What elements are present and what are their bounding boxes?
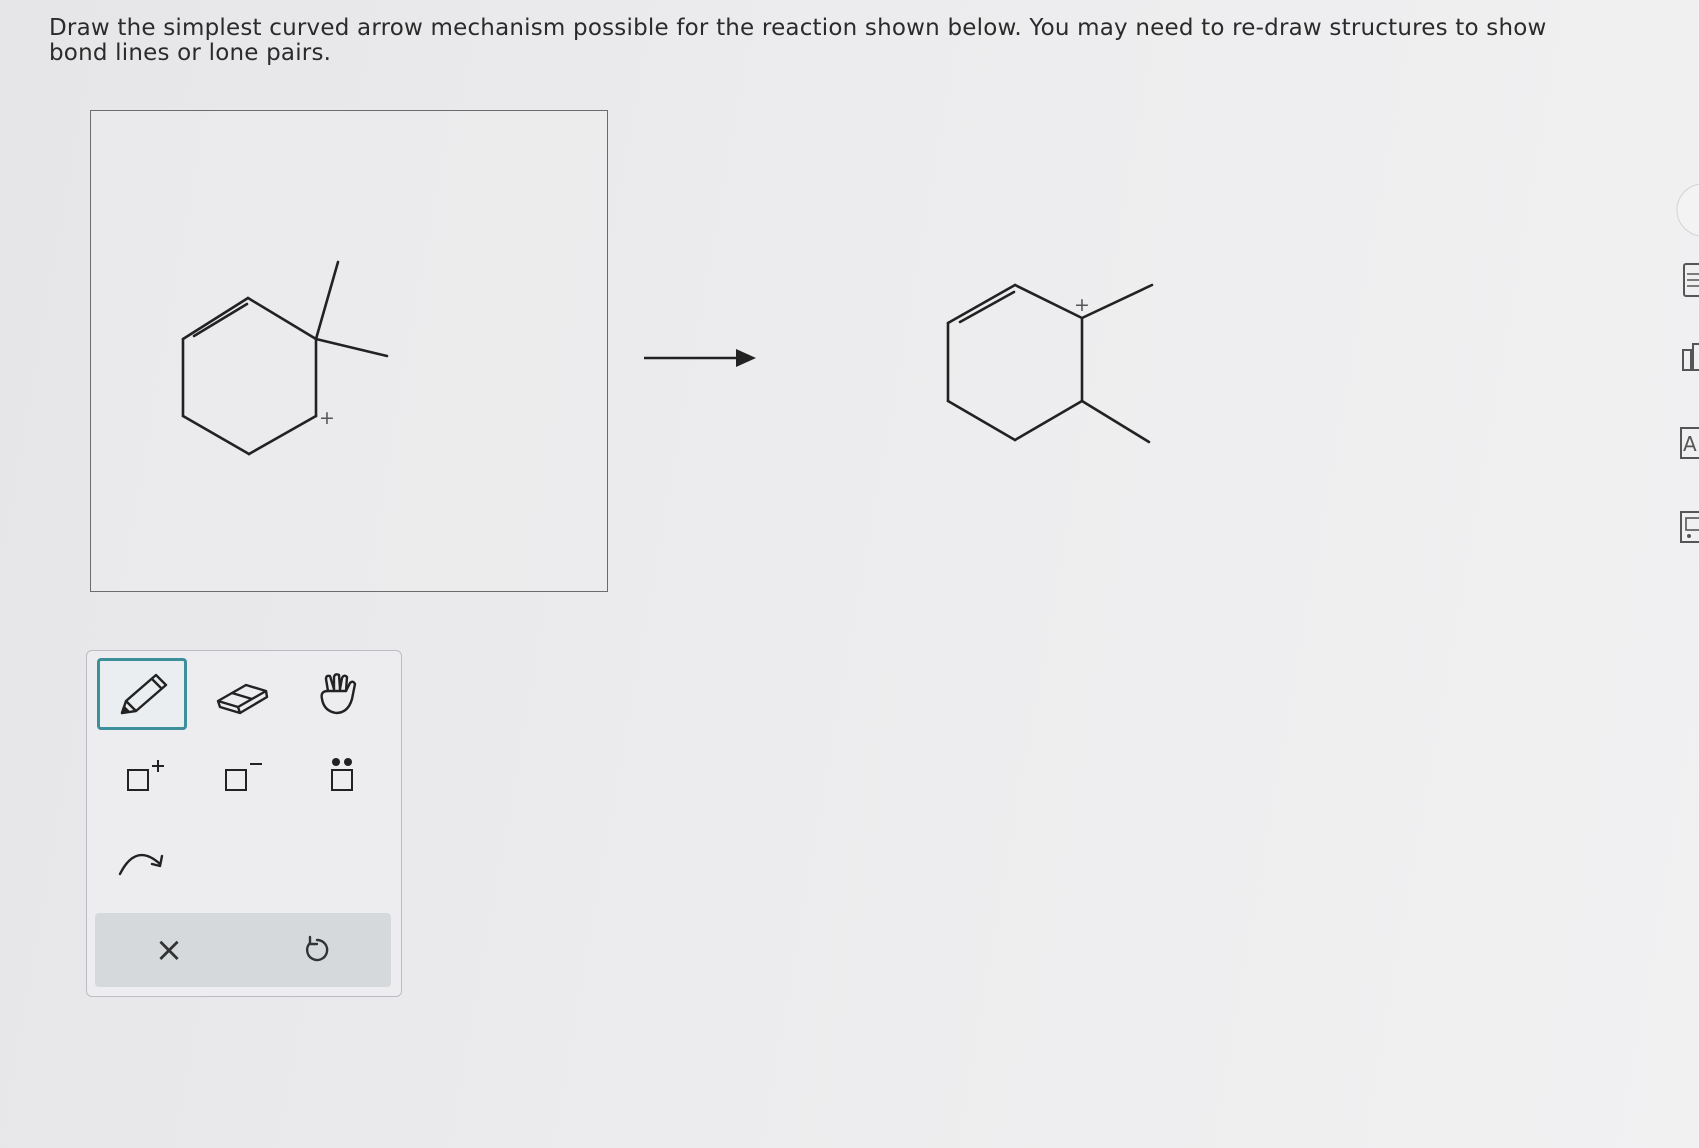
product-bond — [1013, 283, 1084, 320]
product-methyl-bond — [1080, 283, 1154, 320]
close-icon: × — [154, 930, 184, 970]
eraser-icon — [216, 683, 269, 715]
product-charge: + — [1074, 294, 1090, 316]
clear-button[interactable]: × — [95, 913, 243, 987]
product-bond — [946, 283, 1017, 325]
lone-pair-tool-button[interactable] — [297, 741, 387, 813]
curved-arrow-tool-button[interactable] — [97, 823, 187, 895]
product-bond — [1013, 399, 1084, 442]
product-bond — [946, 399, 1017, 442]
reactant-double-bond — [192, 302, 249, 338]
reaction-arrow — [644, 349, 756, 367]
pan-hand-tool-button[interactable] — [297, 658, 387, 730]
curved-arrow-icon — [118, 853, 164, 876]
product-double-bond — [958, 290, 1016, 324]
lone-pair-icon — [331, 758, 353, 791]
side-tool-reference-label: A — [1683, 432, 1697, 456]
reactant-methyl-bond — [314, 337, 389, 358]
calculator-icon — [1683, 263, 1699, 297]
periodic-table-icon — [1682, 343, 1699, 371]
action-bar: × — [95, 913, 391, 987]
product-area: + — [930, 270, 1160, 454]
reactant-structure — [181, 260, 389, 456]
pencil-icon — [120, 673, 168, 715]
hand-icon — [320, 673, 357, 715]
reactant-methyl-bond — [314, 260, 340, 341]
side-tool-media[interactable] — [1669, 508, 1699, 548]
negative-charge-tool-button[interactable] — [197, 741, 287, 813]
positive-charge-tool-button[interactable] — [97, 741, 187, 813]
reactant-bond — [181, 414, 251, 456]
undo-icon — [305, 935, 329, 962]
drawing-canvas[interactable]: + — [90, 110, 608, 592]
reactant-bond — [247, 414, 318, 456]
negative-charge-icon — [225, 763, 262, 791]
reactant-charge: + — [319, 407, 335, 429]
eraser-tool-button[interactable] — [197, 658, 287, 730]
reactant-bond — [246, 296, 318, 341]
side-tool-expand[interactable] — [1669, 180, 1699, 240]
pencil-tool-button[interactable] — [97, 658, 187, 730]
media-icon — [1680, 511, 1699, 543]
chevron-left-icon — [1676, 183, 1699, 237]
product-structure — [946, 283, 1154, 444]
reactant-bond — [181, 296, 250, 341]
side-tool-periodic-table[interactable] — [1669, 340, 1699, 380]
undo-button[interactable] — [243, 913, 391, 987]
question-prompt: Draw the simplest curved arrow mechanism… — [49, 15, 1547, 66]
positive-charge-icon — [127, 760, 164, 791]
product-methyl-bond — [1080, 399, 1151, 444]
drawing-toolbox: × — [86, 650, 402, 997]
side-tool-reference[interactable]: A — [1669, 424, 1699, 464]
side-tool-calculator[interactable] — [1669, 260, 1699, 300]
